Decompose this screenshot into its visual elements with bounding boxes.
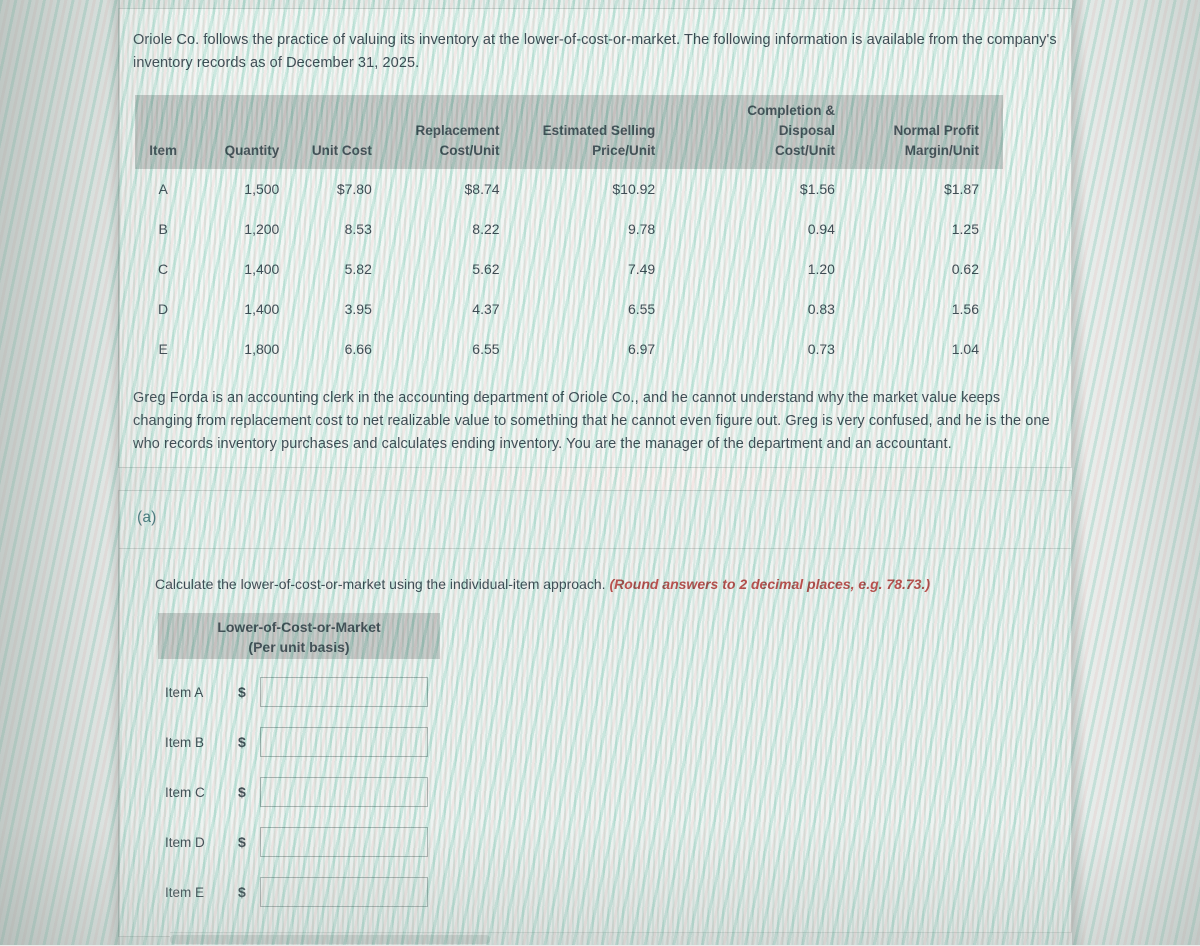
answer-row-item-a: Item A $ (158, 667, 488, 717)
answer-header-line-1: Lower-of-Cost-or-Market (217, 619, 381, 635)
cell-selling-price: 7.49 (627, 261, 656, 277)
answer-row-item-e: Item E $ (158, 867, 488, 917)
column-header-unit-cost: Unit Cost (293, 95, 384, 169)
header-line-1: Normal Profit (893, 123, 979, 138)
part-a-instruction: Calculate the lower-of-cost-or-market us… (155, 574, 930, 594)
cell-quantity: 1,800 (244, 341, 280, 357)
cell-item: E (158, 341, 168, 357)
header-line-1: Completion & Disposal (747, 103, 835, 138)
cell-selling-price: 9.78 (627, 221, 656, 237)
cell-selling-price: 6.55 (627, 301, 656, 317)
part-a-header-band: (a) (119, 491, 1071, 549)
header-line-2: Quantity (224, 143, 280, 158)
cell-item: A (158, 181, 168, 197)
left-edge-shadow (108, 0, 120, 945)
header-line-2: Item (149, 143, 177, 158)
column-header-quantity: Quantity (191, 95, 294, 169)
cell-quantity: 1,400 (244, 301, 280, 317)
answer-table-header: Lower-of-Cost-or-Market (Per unit basis) (158, 613, 440, 659)
inventory-table-head: Item Quantity Unit Cost Replacement Cost… (135, 95, 1003, 169)
cell-completion-disposal: 0.83 (807, 301, 835, 317)
horizontal-scrollbar[interactable] (170, 932, 1072, 946)
table-row: C 1,400 5.82 5.62 7.49 1.20 0.62 (135, 249, 1003, 289)
header-line-2: Cost/Unit (774, 143, 835, 158)
problem-statement-card: Oriole Co. follows the practice of valui… (118, 8, 1072, 468)
answer-row-label: Item B (165, 734, 205, 750)
column-header-completion-disposal: Completion & Disposal Cost/Unit (695, 95, 867, 169)
answer-input-item-d[interactable] (260, 827, 428, 857)
cell-unit-cost: $7.80 (336, 181, 372, 197)
header-line-2: Cost/Unit (439, 143, 500, 158)
answer-row-item-b: Item B $ (158, 717, 488, 767)
header-line-2: Price/Unit (592, 143, 656, 158)
cell-replacement-cost: 6.55 (472, 341, 500, 357)
answer-row-label: Item E (165, 884, 205, 900)
answer-row-label: Item A (165, 684, 204, 700)
problem-narrative-text: Greg Forda is an accounting clerk in the… (133, 390, 1050, 452)
column-header-selling-price: Estimated Selling Price/Unit (533, 95, 696, 169)
cell-item: D (158, 301, 169, 317)
problem-intro-text: Oriole Co. follows the practice of valui… (133, 32, 1057, 71)
cell-replacement-cost: 5.62 (472, 261, 500, 277)
cell-replacement-cost: 4.37 (472, 301, 500, 317)
cell-unit-cost: 6.66 (344, 341, 372, 357)
answer-header-line-2: (Per unit basis) (248, 639, 350, 655)
table-row: D 1,400 3.95 4.37 6.55 0.83 1.56 (135, 289, 1003, 329)
scrollbar-thumb[interactable] (170, 935, 490, 944)
cell-normal-profit: 1.25 (951, 221, 979, 237)
table-row: B 1,200 8.53 8.22 9.78 0.94 1.25 (135, 209, 1003, 249)
table-row: E 1,800 6.66 6.55 6.97 0.73 1.04 (135, 329, 1003, 369)
currency-symbol: $ (238, 834, 246, 850)
cell-normal-profit: $1.87 (943, 181, 979, 197)
inventory-table-body: A 1,500 $7.80 $8.74 $10.92 $1.56 $1.87 B… (135, 169, 1003, 369)
column-header-item: Item (135, 95, 192, 169)
part-a-label: (a) (137, 509, 157, 526)
currency-symbol: $ (238, 784, 246, 800)
cell-completion-disposal: $1.56 (799, 181, 835, 197)
cell-completion-disposal: 1.20 (807, 261, 835, 277)
cell-normal-profit: 0.62 (951, 261, 979, 277)
page-content: Oriole Co. follows the practice of valui… (0, 0, 1200, 946)
cell-unit-cost: 3.95 (344, 301, 372, 317)
table-row: A 1,500 $7.80 $8.74 $10.92 $1.56 $1.87 (135, 169, 1003, 209)
cell-completion-disposal: 0.94 (807, 221, 835, 237)
cell-quantity: 1,400 (244, 261, 280, 277)
cell-unit-cost: 8.53 (344, 221, 372, 237)
cell-quantity: 1,200 (244, 221, 280, 237)
inventory-data-table: Item Quantity Unit Cost Replacement Cost… (135, 95, 1003, 369)
cell-item: B (158, 221, 168, 237)
answer-row-label: Item D (165, 834, 205, 850)
part-a-card: (a) Calculate the lower-of-cost-or-marke… (118, 490, 1072, 937)
currency-symbol: $ (238, 734, 246, 750)
inventory-header-row: Item Quantity Unit Cost Replacement Cost… (135, 95, 1003, 169)
answer-row-item-c: Item C $ (158, 767, 488, 817)
header-line-2: Margin/Unit (904, 143, 979, 158)
currency-symbol: $ (238, 684, 246, 700)
cell-normal-profit: 1.56 (951, 301, 979, 317)
answer-input-item-e[interactable] (260, 877, 428, 907)
instruction-rounding-note: (Round answers to 2 decimal places, e.g.… (609, 576, 930, 592)
cell-completion-disposal: 0.73 (807, 341, 835, 357)
header-line-1: Estimated Selling (542, 123, 656, 138)
header-line-2: Unit Cost (311, 143, 372, 158)
cell-unit-cost: 5.82 (344, 261, 372, 277)
currency-symbol: $ (238, 884, 246, 900)
instruction-main-text: Calculate the lower-of-cost-or-market us… (155, 576, 610, 592)
cell-item: C (158, 261, 169, 277)
cell-selling-price: 6.97 (627, 341, 656, 357)
answer-row-label: Item C (165, 784, 205, 800)
cell-replacement-cost: 8.22 (472, 221, 500, 237)
right-edge-shadow (1072, 0, 1086, 945)
column-header-replacement-cost: Replacement Cost/Unit (383, 95, 534, 169)
answer-input-item-a[interactable] (260, 677, 428, 707)
column-header-normal-profit: Normal Profit Margin/Unit (866, 95, 1003, 169)
answer-row-item-d: Item D $ (158, 817, 488, 867)
answer-input-item-c[interactable] (260, 777, 428, 807)
cell-normal-profit: 1.04 (951, 341, 979, 357)
cell-replacement-cost: $8.74 (464, 181, 500, 197)
cell-quantity: 1,500 (244, 181, 280, 197)
answer-input-item-b[interactable] (260, 727, 428, 757)
header-line-1: Replacement (415, 123, 500, 138)
cell-selling-price: $10.92 (612, 181, 656, 197)
